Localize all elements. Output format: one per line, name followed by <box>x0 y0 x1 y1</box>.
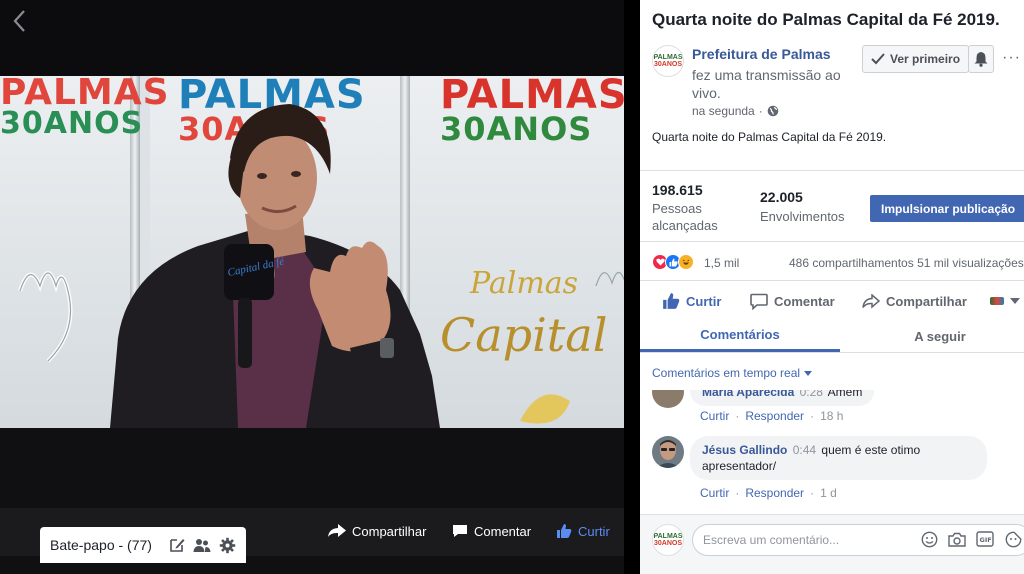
divider <box>640 280 1024 281</box>
thumbs-up-icon <box>663 293 680 309</box>
post-title: Quarta noite do Palmas Capital da Fé 201… <box>652 10 1000 29</box>
page-name-link[interactable]: Prefeitura de Palmas <box>692 46 831 62</box>
share-icon <box>328 524 346 537</box>
svg-text:GIF: GIF <box>980 536 992 544</box>
comment-filter-label: Comentários em tempo real <box>652 366 801 380</box>
video-like-label: Curtir <box>578 523 610 539</box>
composer-avatar: PALMAS 30ANOS <box>652 524 684 556</box>
post-action-text: fez uma transmissão ao vivo. <box>692 67 841 101</box>
reach-value: 198.615 <box>652 182 703 198</box>
comment-icon <box>453 525 467 537</box>
gif-icon[interactable]: GIF <box>976 530 994 548</box>
video-comment-button[interactable]: Comentar <box>452 518 531 544</box>
post-timestamp[interactable]: na segunda <box>692 104 755 118</box>
engagement-value: 22.005 <box>760 189 803 205</box>
video-share-button[interactable]: Compartilhar <box>328 518 426 544</box>
like-action-label: Curtir <box>686 293 722 309</box>
boost-post-button[interactable]: Impulsionar publicação <box>870 195 1024 222</box>
bell-icon <box>974 52 988 67</box>
comment-like-link[interactable]: Curtir <box>700 486 729 500</box>
tab-comments[interactable]: Comentários <box>640 320 840 352</box>
tab-up-next[interactable]: A seguir <box>840 320 1024 352</box>
emoji-icon[interactable] <box>920 530 938 548</box>
like-action-button[interactable]: Curtir <box>662 288 721 314</box>
comment-video-time[interactable]: 0:44 <box>793 443 816 457</box>
comment-reply-link[interactable]: Responder <box>745 486 804 500</box>
post-description: Quarta noite do Palmas Capital da Fé 201… <box>652 130 887 144</box>
sticker-icon[interactable] <box>1004 530 1022 548</box>
back-button[interactable] <box>8 8 30 34</box>
engagement-label: Envolvimentos <box>760 209 845 224</box>
check-icon <box>871 53 885 65</box>
comment-input[interactable]: Escreva um comentário... <box>692 524 1024 556</box>
comment-filter-dropdown[interactable]: Comentários em tempo real <box>652 366 813 380</box>
haha-reaction-icon <box>678 254 694 270</box>
divider <box>640 170 1024 171</box>
post-meta: na segunda · <box>692 104 779 118</box>
comment-reply-link[interactable]: Responder <box>745 409 804 423</box>
see-first-button[interactable]: Ver primeiro <box>862 45 970 73</box>
like-icon <box>557 524 572 538</box>
people-icon[interactable] <box>193 537 211 553</box>
video-like-button[interactable]: Curtir <box>556 518 610 544</box>
comment-bubble: Jésus Gallindo 0:44 quem é este otimo ap… <box>690 436 987 480</box>
app-root: PALMAS 30ANOS PALMAS 30ANOS PALMAS 30ANO… <box>0 0 1024 574</box>
comment-composer: PALMAS 30ANOS Escreva um comentário... G… <box>640 514 1024 574</box>
chat-tab-label: Bate-papo - (77) <box>50 537 152 553</box>
page-mini-avatar <box>990 297 1004 305</box>
comment-input-placeholder: Escreva um comentário... <box>703 533 840 547</box>
share-action-label: Compartilhar <box>886 293 967 309</box>
speech-bubble-icon <box>750 293 768 310</box>
back-arrow-icon <box>13 10 25 32</box>
divider <box>640 241 1024 242</box>
caret-down-icon <box>1010 298 1020 304</box>
share-as-selector[interactable] <box>990 288 1020 314</box>
comment-action-button[interactable]: Comentar <box>750 288 835 314</box>
reach-label: Pessoas alcançadas <box>652 201 718 233</box>
video-share-label: Compartilhar <box>352 523 427 539</box>
reactions-summary[interactable] <box>652 254 694 270</box>
notifications-button[interactable] <box>968 45 994 73</box>
comment-age[interactable]: 18 h <box>820 409 843 423</box>
post-side-panel: Quarta noite do Palmas Capital da Fé 201… <box>640 0 1024 574</box>
comment-actions: Curtir · Responder · 1 d <box>700 486 837 500</box>
video-pane: PALMAS 30ANOS PALMAS 30ANOS PALMAS 30ANO… <box>0 0 640 574</box>
share-arrow-icon <box>862 293 880 309</box>
reaction-count[interactable]: 1,5 mil <box>704 256 739 270</box>
comments-list: Comentários em tempo real Maria Aparecid… <box>640 354 1024 514</box>
comment-age[interactable]: 1 d <box>820 486 837 500</box>
divider <box>640 352 1024 353</box>
globe-icon <box>767 105 779 117</box>
comment-action-label: Comentar <box>774 293 835 309</box>
gear-icon[interactable] <box>219 537 236 554</box>
more-options-button[interactable]: ··· <box>1002 49 1021 67</box>
shares-and-views[interactable]: 486 compartilhamentos 51 mil visualizaçõ… <box>789 256 1024 270</box>
comment-like-link[interactable]: Curtir <box>700 409 729 423</box>
edit-icon[interactable] <box>169 537 185 553</box>
presenter-figure: Capital da fé <box>110 104 440 428</box>
video-comment-label: Comentar <box>474 523 532 539</box>
pane-divider <box>624 0 640 574</box>
commenter-name[interactable]: Jésus Gallindo <box>702 443 787 457</box>
page-avatar[interactable]: PALMAS 30ANOS <box>652 45 684 77</box>
share-action-button[interactable]: Compartilhar <box>862 288 967 314</box>
see-first-label: Ver primeiro <box>890 52 961 66</box>
comment-avatar[interactable] <box>652 436 684 468</box>
comment-actions: Curtir · Responder · 18 h <box>700 409 844 423</box>
video-player[interactable]: PALMAS 30ANOS PALMAS 30ANOS PALMAS 30ANO… <box>0 76 624 428</box>
chat-tab[interactable]: Bate-papo - (77) <box>40 527 246 563</box>
camera-icon[interactable] <box>948 530 966 548</box>
caret-down-icon <box>804 370 813 376</box>
